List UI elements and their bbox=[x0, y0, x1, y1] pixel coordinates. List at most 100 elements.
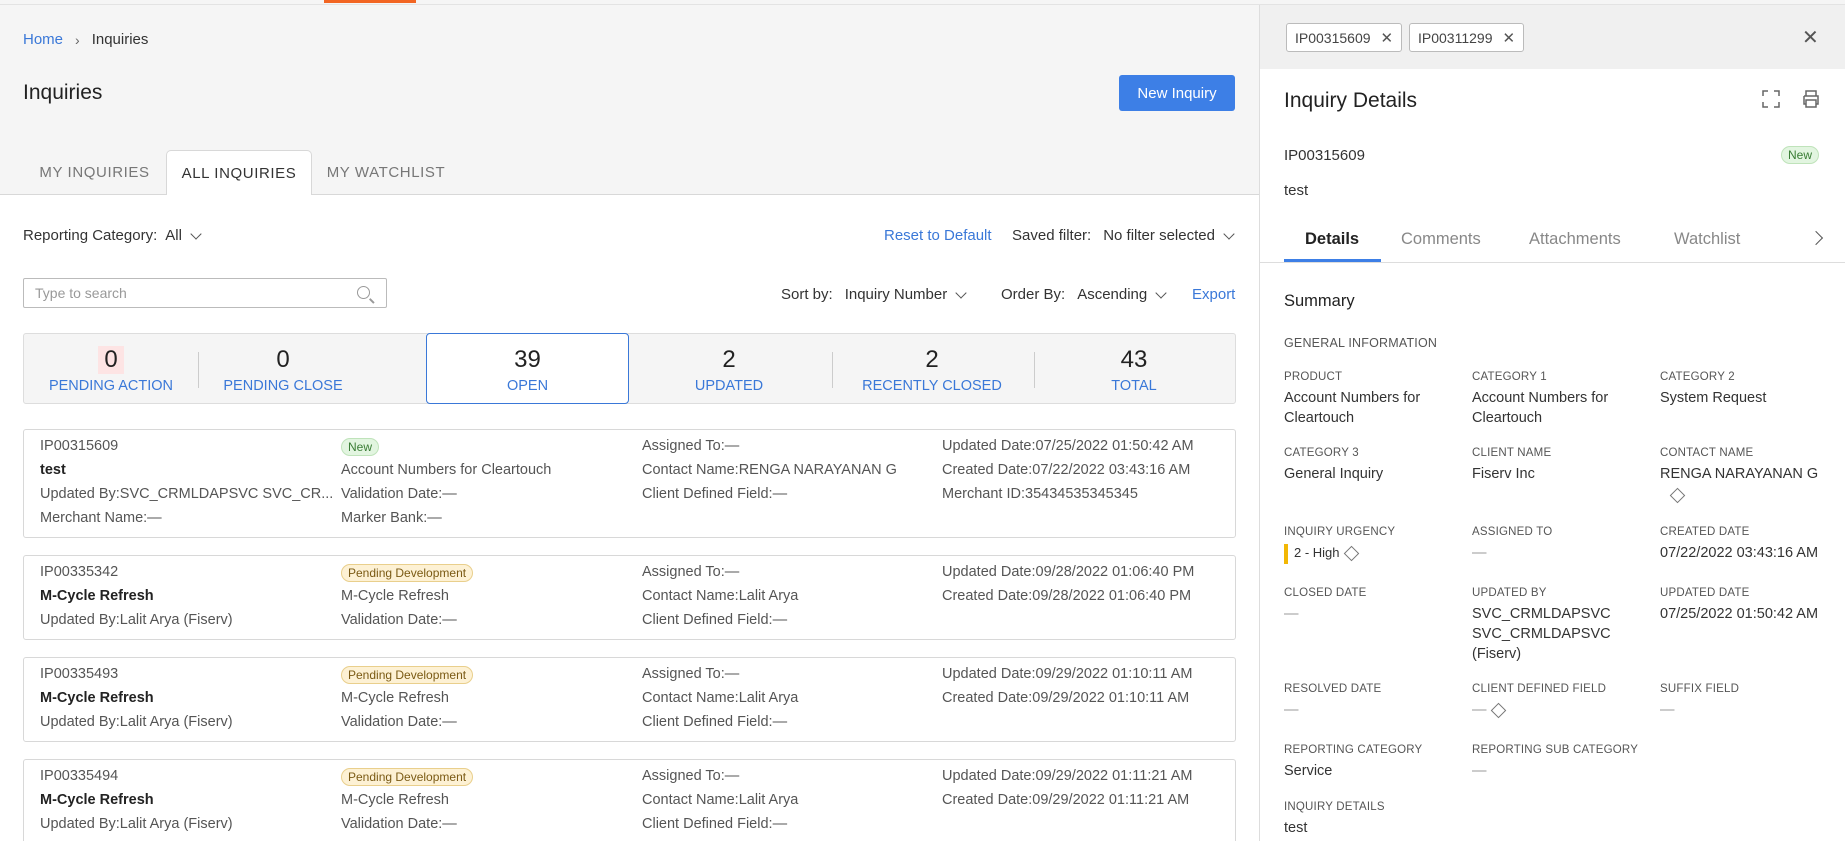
tab-all-inquiries[interactable]: ALL INQUIRIES bbox=[166, 150, 312, 196]
field-value: Fiserv Inc bbox=[1472, 466, 1535, 482]
stat-count: 2 bbox=[925, 346, 939, 373]
inquiry-updated-by: Updated By:Lalit Arya (Fiserv) bbox=[40, 714, 233, 730]
new-inquiry-button[interactable]: New Inquiry bbox=[1119, 75, 1235, 111]
inquiry-card[interactable]: IP00335494 M-Cycle Refresh Updated By:La… bbox=[23, 759, 1236, 841]
tab-comments[interactable]: Comments bbox=[1401, 230, 1481, 249]
field-value: Service bbox=[1284, 763, 1333, 779]
saved-filter-dropdown[interactable]: Saved filter: No filter selected bbox=[1012, 227, 1235, 244]
field-label: CLOSED DATE bbox=[1284, 587, 1367, 599]
stat-label: OPEN bbox=[506, 378, 549, 394]
tab-attachments[interactable]: Attachments bbox=[1529, 230, 1621, 249]
tab-watchlist[interactable]: Watchlist bbox=[1674, 230, 1740, 249]
edit-pencil-icon[interactable] bbox=[1669, 487, 1686, 504]
breadcrumb: Home › Inquiries bbox=[23, 31, 148, 48]
order-by-label: Order By: bbox=[1001, 286, 1066, 303]
inquiry-updated-date: Updated Date:07/25/2022 01:50:42 AM bbox=[942, 438, 1194, 454]
active-tab-indicator bbox=[1284, 259, 1381, 262]
stat-updated[interactable]: 2 UPDATED bbox=[629, 334, 829, 403]
search-box bbox=[23, 278, 387, 308]
stat-recently-closed[interactable]: 2 RECENTLY CLOSED bbox=[832, 334, 1032, 403]
expand-icon[interactable] bbox=[1762, 90, 1780, 108]
field-value: — bbox=[1660, 702, 1675, 718]
field-value: 2 - High bbox=[1294, 545, 1340, 560]
inquiries-main: Home › Inquiries Inquiries New Inquiry M… bbox=[0, 5, 1259, 841]
edit-pencil-icon[interactable] bbox=[1490, 702, 1506, 718]
field-value: test bbox=[1284, 820, 1308, 836]
tab-my-inquiries[interactable]: MY INQUIRIES bbox=[23, 150, 166, 195]
field-category-3: CATEGORY 3 General Inquiry bbox=[1284, 447, 1459, 484]
inquiry-assigned-to: Assigned To:— bbox=[642, 768, 740, 784]
edit-pencil-icon[interactable] bbox=[1343, 545, 1359, 562]
stat-total[interactable]: 43 TOTAL bbox=[1034, 334, 1234, 403]
field-client-defined-field: CLIENT DEFINED FIELD — bbox=[1472, 683, 1647, 720]
inquiry-updated-date: Updated Date:09/29/2022 01:10:11 AM bbox=[942, 666, 1193, 682]
details-subject: test bbox=[1284, 182, 1309, 199]
field-label: CLIENT DEFINED FIELD bbox=[1472, 683, 1607, 695]
field-label: ASSIGNED TO bbox=[1472, 526, 1553, 538]
inquiry-card[interactable]: IP00315609 test Updated By:SVC_CRMLDAPSV… bbox=[23, 429, 1236, 538]
field-value: — bbox=[1472, 545, 1487, 561]
field-reporting-category: REPORTING CATEGORY Service bbox=[1284, 744, 1459, 781]
inquiry-contact-name: Contact Name:Lalit Arya bbox=[642, 690, 799, 706]
export-link[interactable]: Export bbox=[1192, 286, 1235, 303]
inquiry-chip[interactable]: IP00311299 ✕ bbox=[1409, 23, 1525, 52]
close-panel-icon[interactable]: ✕ bbox=[1802, 25, 1819, 50]
breadcrumb-current: Inquiries bbox=[91, 31, 149, 48]
inquiry-card[interactable]: IP00335493 M-Cycle Refresh Updated By:La… bbox=[23, 657, 1236, 742]
search-icon[interactable] bbox=[357, 286, 370, 299]
active-nav-indicator bbox=[324, 0, 416, 3]
status-badge-label: Pending Development bbox=[341, 666, 474, 684]
field-value: RENGA NARAYANAN G bbox=[1660, 466, 1819, 482]
inquiry-chip[interactable]: IP00315609 ✕ bbox=[1286, 23, 1403, 52]
inquiry-chip-label: IP00311299 bbox=[1418, 29, 1493, 46]
inquiry-created-date: Created Date:09/28/2022 01:06:40 PM bbox=[942, 588, 1192, 604]
status-badge-label: New bbox=[341, 438, 380, 456]
inquiry-validation-date: Validation Date:— bbox=[341, 816, 457, 832]
inquiry-updated-date: Updated Date:09/29/2022 01:11:21 AM bbox=[942, 768, 1193, 784]
reporting-category-filter[interactable]: Reporting Category: All bbox=[23, 227, 202, 244]
field-label: CATEGORY 1 bbox=[1472, 371, 1547, 383]
inquiry-client-defined-field: Client Defined Field:— bbox=[642, 486, 788, 502]
inquiry-marker-bank: Marker Bank:— bbox=[341, 510, 442, 526]
details-tabs: Details Comments Attachments Watchlist bbox=[1260, 219, 1845, 263]
print-icon[interactable] bbox=[1802, 90, 1820, 108]
reporting-category-label: Reporting Category: bbox=[23, 227, 158, 244]
stat-count: 2 bbox=[722, 346, 736, 373]
inquiry-card[interactable]: IP00335342 M-Cycle Refresh Updated By:La… bbox=[23, 555, 1236, 640]
inquiry-id: IP00315609 bbox=[40, 438, 119, 454]
stat-open[interactable]: 39 OPEN bbox=[426, 333, 629, 404]
field-value: System Request bbox=[1660, 390, 1767, 406]
stat-label: RECENTLY CLOSED bbox=[862, 378, 1002, 394]
inquiry-details-panel: IP00315609 ✕ IP00311299 ✕ ✕ Inquiry Deta… bbox=[1259, 5, 1845, 841]
inquiry-id: IP00335494 bbox=[40, 768, 119, 784]
field-label: REPORTING SUB CATEGORY bbox=[1472, 744, 1639, 756]
stat-pending-action[interactable]: 0 PENDING ACTION bbox=[24, 334, 198, 403]
stat-count: 39 bbox=[514, 346, 541, 373]
stat-label: UPDATED bbox=[694, 378, 764, 394]
order-by-dropdown[interactable]: Order By: Ascending bbox=[1001, 286, 1167, 303]
stat-pending-close[interactable]: 0 PENDING CLOSE bbox=[198, 334, 368, 403]
chevron-right-icon[interactable] bbox=[1808, 230, 1824, 246]
field-label: UPDATED DATE bbox=[1660, 587, 1750, 599]
inquiry-category: M-Cycle Refresh bbox=[341, 792, 449, 808]
inquiry-category: Account Numbers for Cleartouch bbox=[341, 462, 552, 478]
breadcrumb-home[interactable]: Home bbox=[23, 31, 63, 48]
close-icon[interactable]: ✕ bbox=[1381, 29, 1394, 47]
inquiry-title: test bbox=[40, 462, 66, 478]
close-icon[interactable]: ✕ bbox=[1502, 29, 1515, 47]
sort-by-dropdown[interactable]: Sort by: Inquiry Number bbox=[781, 286, 967, 303]
tab-my-watchlist[interactable]: MY WATCHLIST bbox=[312, 150, 460, 195]
field-client-name: CLIENT NAME Fiserv Inc bbox=[1472, 447, 1647, 484]
field-value: — bbox=[1284, 606, 1299, 622]
tab-details[interactable]: Details bbox=[1305, 230, 1359, 249]
inquiry-title: M-Cycle Refresh bbox=[40, 588, 154, 604]
reset-to-default-link[interactable]: Reset to Default bbox=[884, 227, 992, 244]
field-value: — bbox=[1284, 702, 1299, 718]
field-label: CONTACT NAME bbox=[1660, 447, 1754, 459]
field-label: CATEGORY 2 bbox=[1660, 371, 1735, 383]
field-label: CREATED DATE bbox=[1660, 526, 1750, 538]
search-input[interactable] bbox=[24, 279, 324, 307]
inquiry-validation-date: Validation Date:— bbox=[341, 612, 457, 628]
status-badge-label: Pending Development bbox=[341, 768, 474, 786]
field-value: General Inquiry bbox=[1284, 466, 1384, 482]
